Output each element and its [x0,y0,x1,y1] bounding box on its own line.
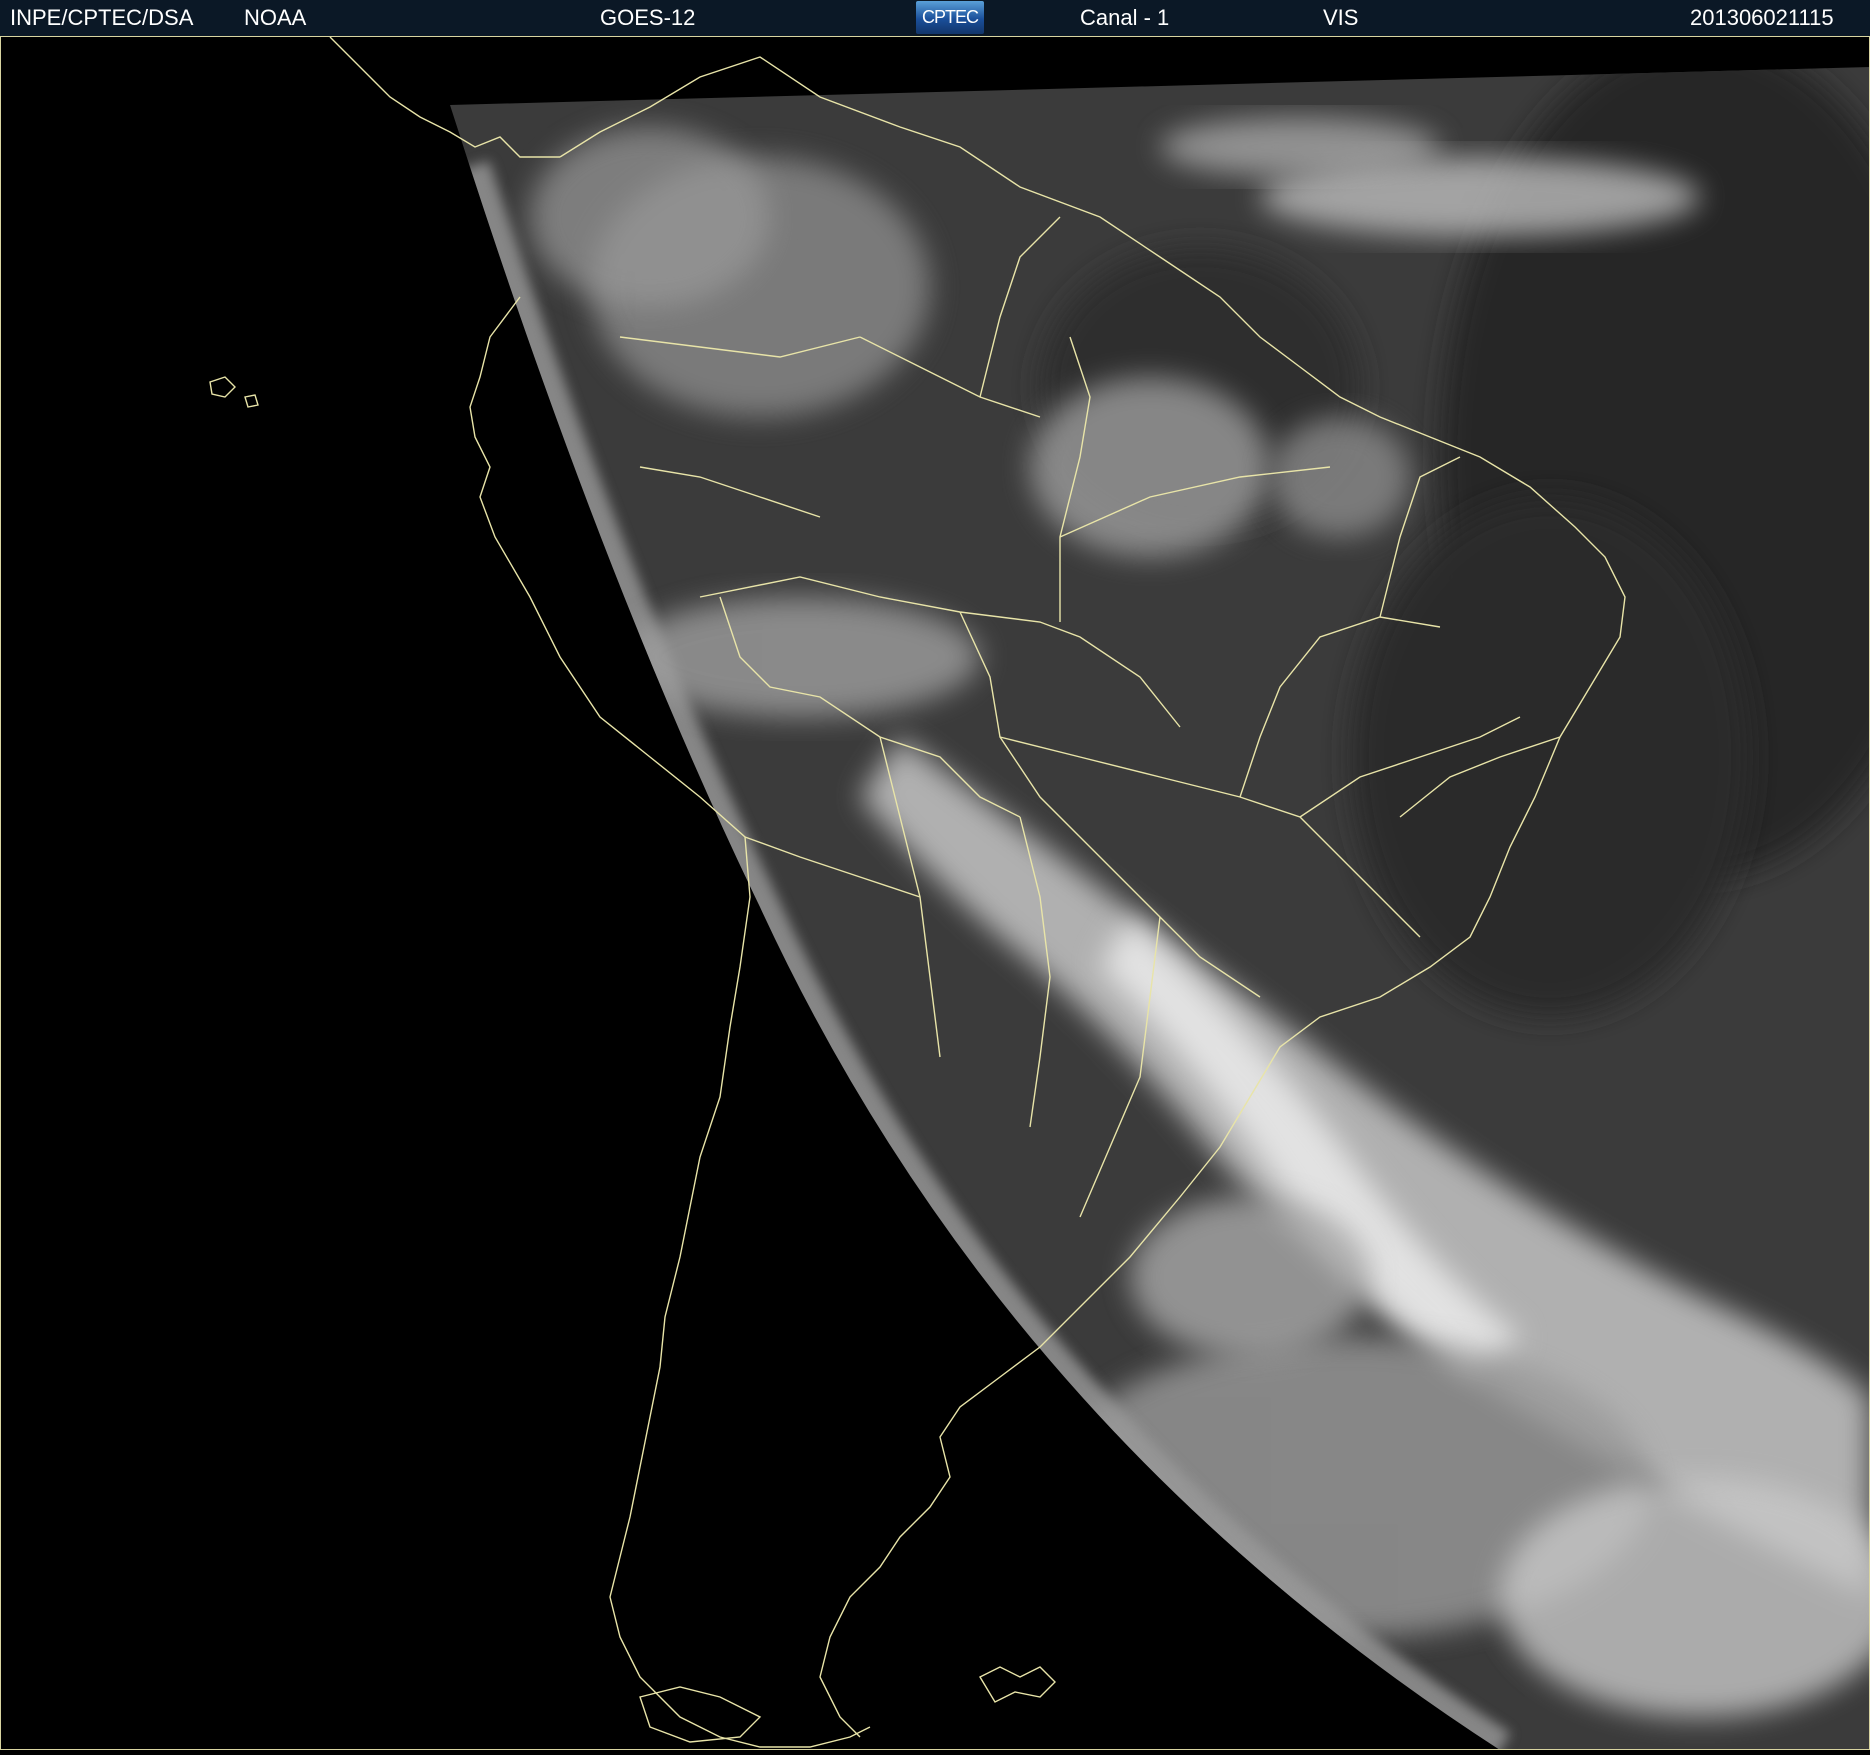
band-label: VIS [1323,5,1359,30]
image-header: INPE/CPTEC/DSA NOAA GOES-12 CPTEC Canal … [0,0,1870,37]
satellite-label: GOES-12 [600,5,696,30]
satellite-map [0,36,1870,1750]
agency-label: NOAA [244,5,307,30]
channel-label: Canal - 1 [1080,5,1170,30]
cptec-logo-icon: CPTEC [916,1,984,34]
timestamp-label: 201306021115 [1690,5,1834,30]
satellite-imagery [0,36,1870,1750]
source-label: INPE/CPTEC/DSA [10,5,194,30]
